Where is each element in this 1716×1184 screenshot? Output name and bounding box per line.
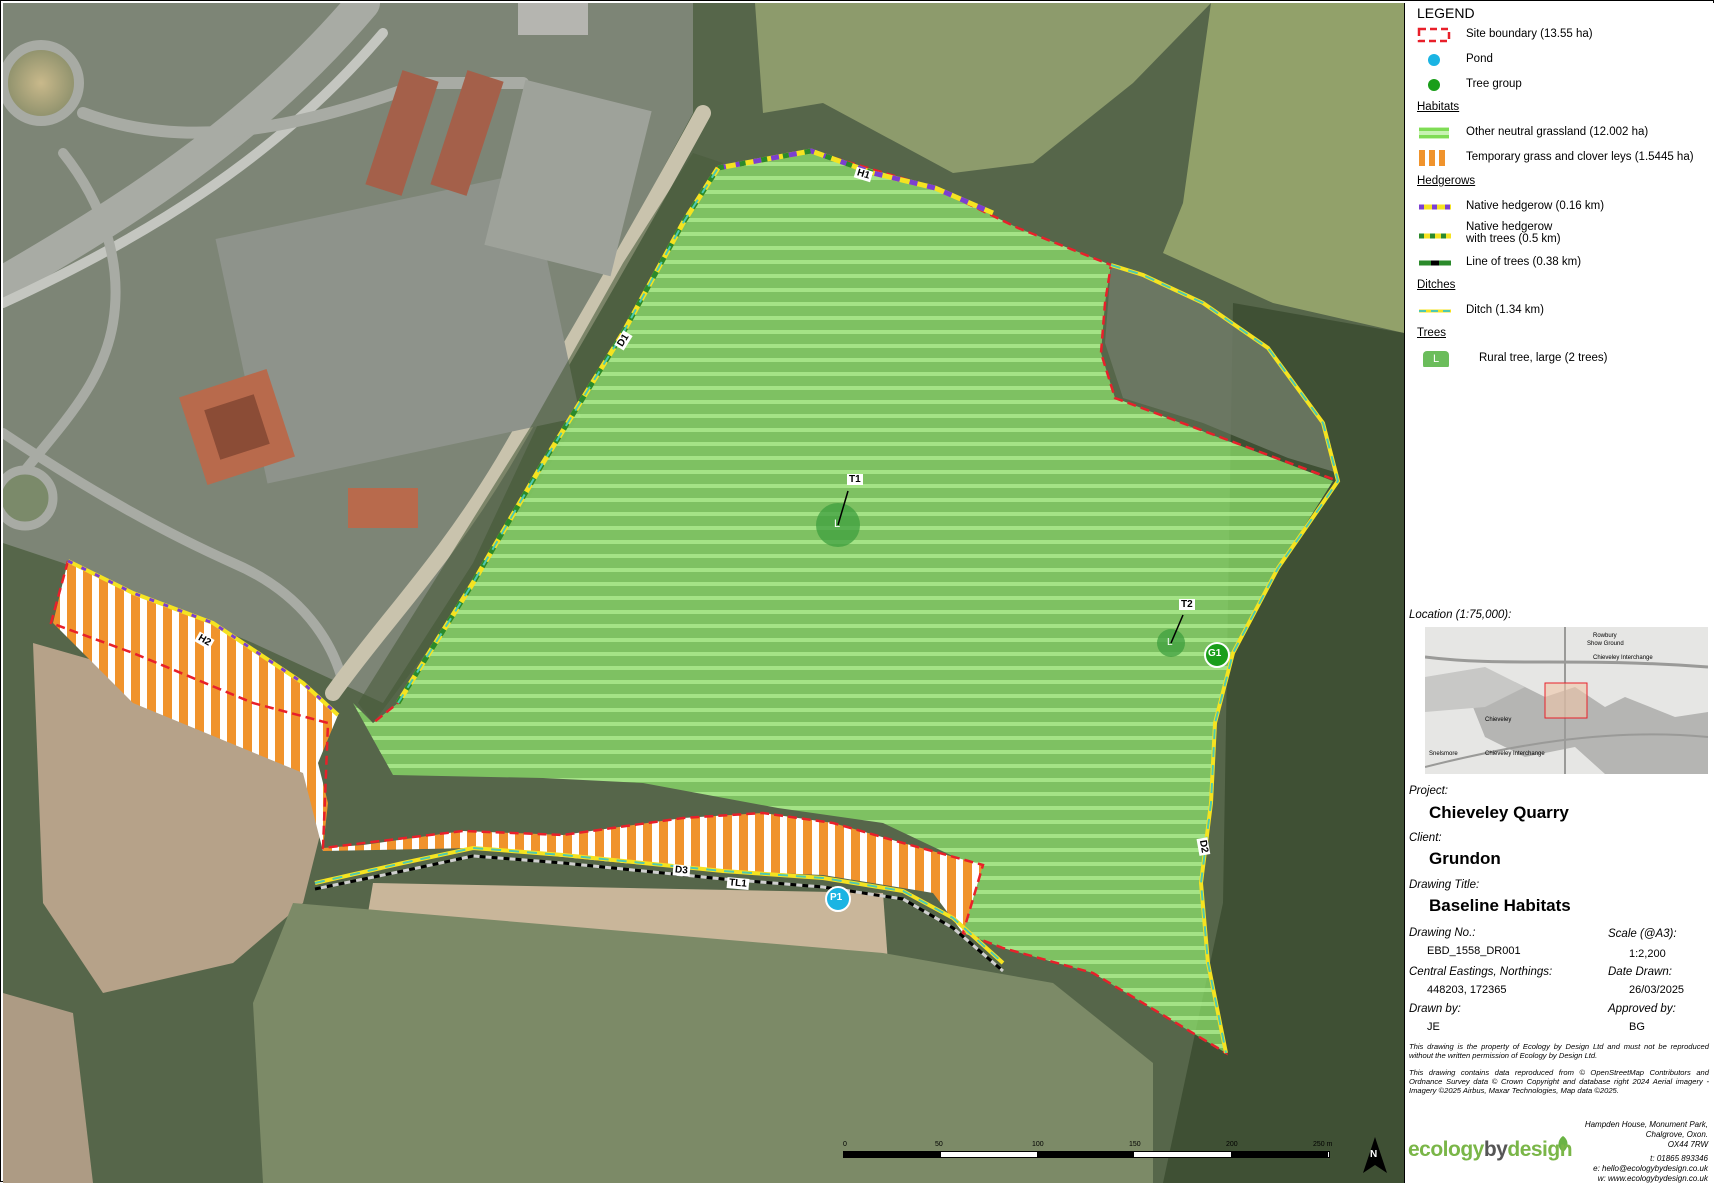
scale-tick-200: 200 [1226,1141,1238,1148]
roundabout-sw [3,465,58,531]
ditch-line-icon [1419,309,1451,313]
tree-t1-letter: L [834,518,841,530]
tree-t2-letter: L [1167,637,1173,648]
line-of-trees-line-icon [1419,260,1451,266]
label-t2: T2 [1179,599,1195,610]
eastings-label: Central Eastings, Northings: [1409,966,1553,978]
project-label: Project: [1409,785,1448,797]
tree-group-symbol-icon [1428,79,1440,91]
pond-symbol-icon [1428,54,1440,66]
contact-block: t: 01865 893346 e: hello@ecologybydesign… [1593,1154,1708,1183]
boundary-symbol-icon [1417,27,1451,43]
approved-by-label: Approved by: [1608,1003,1676,1015]
drawn-by-label: Drawn by: [1409,1003,1461,1015]
client-value: Grundon [1429,849,1501,868]
label-g1: G1 [1208,648,1222,659]
scale-tick-250: 250 m [1313,1141,1333,1148]
data-note: This drawing contains data reproduced fr… [1409,1068,1709,1095]
habitats-heading: Habitats [1417,101,1460,113]
hedgerow-with-trees-line-icon [1419,233,1451,239]
native-hedgerow-line-icon [1419,204,1451,210]
building-top [518,3,588,35]
trees-heading: Trees [1417,327,1446,339]
drawing-frame: H1 H2 D1 D2 D3 TL1 T1 T2 L L G1 P1 0 50 … [0,0,1715,1183]
eastings-value: 448203, 172365 [1427,984,1507,996]
property-note: This drawing is the property of Ecology … [1409,1042,1709,1060]
approved-by-value: BG [1629,1021,1645,1033]
ditches-heading: Ditches [1417,279,1456,291]
label-d3: D3 [672,864,691,877]
date-drawn-value: 26/03/2025 [1629,984,1685,996]
drawing-no-label: Drawing No.: [1409,927,1476,939]
scale-tick-150: 150 [1129,1141,1141,1148]
scale-value: 1:2,200 [1629,948,1666,960]
client-label: Client: [1409,832,1442,844]
hedgerows-heading: Hedgerows [1417,175,1476,187]
project-value: Chieveley Quarry [1429,803,1569,822]
drawing-title-label: Drawing Title: [1409,879,1480,891]
map-canvas [3,3,1404,1183]
scale-label: Scale (@A3): [1608,928,1677,940]
roundabout-nw [3,40,84,126]
label-tl1: TL1 [726,877,750,890]
scale-tick-0: 0 [843,1141,847,1148]
date-drawn-label: Date Drawn: [1608,966,1672,978]
legend-title: LEGEND [1417,5,1475,21]
scale-tick-50: 50 [935,1141,943,1148]
label-p1: P1 [830,892,843,903]
label-t1: T1 [847,474,863,485]
location-map[interactable]: Rowbury Show Ground Chieveley Interchang… [1425,627,1708,774]
drawing-no-value: EBD_1558_DR001 [1427,945,1521,957]
drawn-by-value: JE [1427,1021,1440,1033]
aerial-map[interactable]: H1 H2 D1 D2 D3 TL1 T1 T2 L L G1 P1 0 50 … [3,3,1404,1183]
leys-swatch-icon [1419,150,1445,166]
building-services [348,488,418,528]
scale-tick-100: 100 [1032,1141,1044,1148]
grassland-swatch-icon [1419,127,1449,139]
location-label: Location (1:75,000): [1409,609,1512,621]
legend-panel: LEGEND Site boundary (13.55 ha) Pond Tre… [1404,3,1715,1183]
drawing-title-value: Baseline Habitats [1429,896,1571,915]
north-arrow-icon: N [1361,1137,1389,1183]
scale-bar: 0 50 100 150 200 250 m [843,1141,1333,1165]
